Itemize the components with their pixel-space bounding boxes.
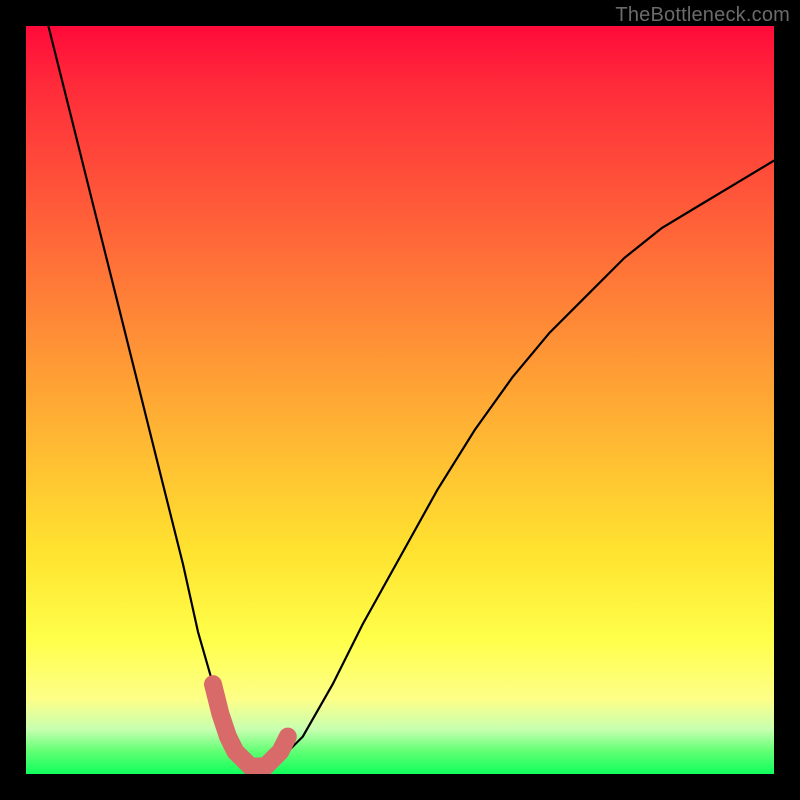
watermark-text: TheBottleneck.com [615, 4, 790, 27]
plot-area [26, 26, 774, 774]
